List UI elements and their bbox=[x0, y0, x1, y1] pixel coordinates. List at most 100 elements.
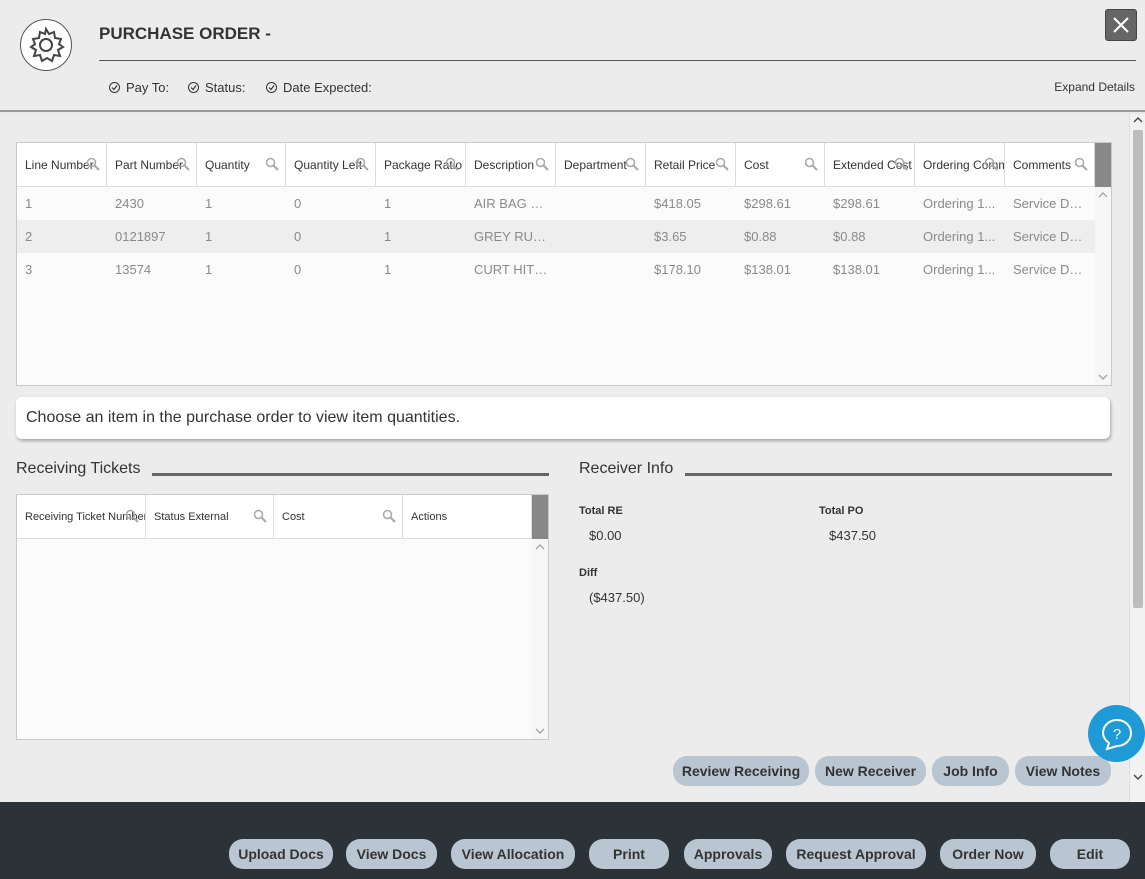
diff-value: ($437.50) bbox=[589, 590, 645, 605]
page-title: PURCHASE ORDER - bbox=[99, 24, 271, 43]
scrollbar-thumb[interactable] bbox=[1133, 130, 1143, 608]
chevron-down-icon[interactable] bbox=[1133, 773, 1143, 781]
check-circle-icon bbox=[266, 82, 277, 93]
upload-docs-button[interactable]: Upload Docs bbox=[229, 839, 333, 869]
search-icon[interactable] bbox=[125, 509, 139, 523]
cell-extended-cost: $0.88 bbox=[833, 229, 866, 244]
table-row[interactable]: 3 13574 1 0 1 CURT HITCH $178.10 $138.01… bbox=[17, 253, 1095, 286]
review-receiving-button[interactable]: Review Receiving bbox=[673, 756, 809, 786]
col-cost[interactable]: Cost bbox=[274, 495, 403, 539]
approvals-button[interactable]: Approvals bbox=[684, 839, 772, 869]
close-icon bbox=[1113, 17, 1129, 33]
search-icon[interactable] bbox=[715, 157, 729, 171]
search-icon[interactable] bbox=[265, 157, 279, 171]
column-label: Quantity bbox=[205, 158, 250, 172]
search-icon[interactable] bbox=[984, 157, 998, 171]
view-allocation-button[interactable]: View Allocation bbox=[451, 839, 575, 869]
cell-cost: $0.88 bbox=[744, 229, 777, 244]
column-label: Actions bbox=[411, 511, 448, 523]
grid-header: Line Number Part Number Quantity Quantit… bbox=[17, 143, 1095, 187]
search-icon[interactable] bbox=[355, 157, 369, 171]
table-row[interactable]: 2 0121897 1 0 1 GREY RUB... $3.65 $0.88 … bbox=[17, 220, 1095, 253]
search-icon[interactable] bbox=[894, 157, 908, 171]
grid-scrollbar[interactable] bbox=[532, 539, 548, 739]
order-now-button[interactable]: Order Now bbox=[940, 839, 1036, 869]
col-comments[interactable]: Comments bbox=[1005, 143, 1095, 187]
search-icon[interactable] bbox=[804, 157, 818, 171]
header-scroll-corner bbox=[1095, 143, 1111, 187]
svg-text:?: ? bbox=[1112, 726, 1120, 743]
print-button[interactable]: Print bbox=[589, 839, 669, 869]
section-divider bbox=[685, 473, 1112, 476]
chevron-down-icon[interactable] bbox=[1098, 373, 1108, 381]
close-button[interactable] bbox=[1105, 9, 1137, 41]
column-label: Part Number bbox=[115, 158, 184, 172]
search-icon[interactable] bbox=[1074, 157, 1088, 171]
total-po-value: $437.50 bbox=[829, 528, 876, 543]
col-cost[interactable]: Cost bbox=[736, 143, 825, 187]
cell-line-number: 3 bbox=[25, 262, 33, 277]
cell-retail-price: $418.05 bbox=[654, 196, 701, 211]
total-po-label: Total PO bbox=[819, 505, 864, 517]
search-icon[interactable] bbox=[535, 157, 549, 171]
receiving-tickets-title: Receiving Tickets bbox=[16, 460, 141, 477]
cell-retail-price: $3.65 bbox=[654, 229, 687, 244]
column-label: Quantity Left bbox=[294, 158, 363, 172]
search-icon[interactable] bbox=[382, 509, 396, 523]
search-icon[interactable] bbox=[445, 157, 459, 171]
page-scrollbar[interactable] bbox=[1129, 114, 1145, 802]
chevron-up-icon[interactable] bbox=[1133, 116, 1143, 124]
edit-button[interactable]: Edit bbox=[1050, 839, 1130, 869]
new-receiver-button[interactable]: New Receiver bbox=[815, 756, 926, 786]
cell-ordering-comments: Ordering 1... bbox=[923, 196, 996, 211]
col-actions[interactable]: Actions bbox=[403, 495, 532, 539]
col-package-ratio[interactable]: Package Ratio bbox=[376, 143, 466, 187]
cell-quantity-left: 0 bbox=[294, 262, 302, 277]
cell-part-number: 2430 bbox=[115, 196, 144, 211]
search-icon[interactable] bbox=[176, 157, 190, 171]
grid-scrollbar[interactable] bbox=[1095, 187, 1111, 385]
col-quantity-left[interactable]: Quantity Left bbox=[286, 143, 376, 187]
view-notes-button[interactable]: View Notes bbox=[1015, 756, 1111, 786]
pay-to-meta: Pay To: bbox=[109, 80, 169, 95]
column-label: Description bbox=[474, 158, 535, 172]
chevron-up-icon[interactable] bbox=[1098, 191, 1108, 199]
column-label: Comments bbox=[1013, 158, 1072, 172]
col-ordering-comments[interactable]: Ordering Comm bbox=[915, 143, 1005, 187]
chevron-down-icon[interactable] bbox=[535, 727, 545, 735]
cell-line-number: 1 bbox=[25, 196, 33, 211]
col-extended-cost[interactable]: Extended Cost bbox=[825, 143, 915, 187]
col-quantity[interactable]: Quantity bbox=[197, 143, 286, 187]
help-chat-icon: ? bbox=[1101, 718, 1132, 751]
col-retail-price[interactable]: Retail Price bbox=[646, 143, 736, 187]
help-chat-button[interactable]: ? bbox=[1088, 705, 1145, 762]
chevron-up-icon[interactable] bbox=[535, 543, 545, 551]
request-approval-button[interactable]: Request Approval bbox=[786, 839, 926, 869]
col-line-number[interactable]: Line Number bbox=[17, 143, 107, 187]
search-icon[interactable] bbox=[253, 509, 267, 523]
date-expected-label: Date Expected: bbox=[283, 80, 372, 95]
grid-header: Receiving Ticket Number Status External … bbox=[17, 495, 532, 539]
view-docs-button[interactable]: View Docs bbox=[346, 839, 437, 869]
total-re-value: $0.00 bbox=[589, 528, 622, 543]
search-icon[interactable] bbox=[86, 157, 100, 171]
expand-details-link[interactable]: Expand Details bbox=[1054, 80, 1135, 94]
col-status-external[interactable]: Status External bbox=[146, 495, 274, 539]
job-info-button[interactable]: Job Info bbox=[932, 756, 1009, 786]
column-label: Status External bbox=[154, 511, 229, 523]
table-row[interactable]: 1 2430 1 0 1 AIR BAG KIT $418.05 $298.61… bbox=[17, 187, 1095, 220]
cell-retail-price: $178.10 bbox=[654, 262, 701, 277]
check-circle-icon bbox=[188, 82, 199, 93]
date-expected-meta: Date Expected: bbox=[266, 80, 372, 95]
col-part-number[interactable]: Part Number bbox=[107, 143, 197, 187]
column-label: Cost bbox=[282, 511, 305, 523]
column-label: Line Number bbox=[25, 158, 94, 172]
col-receiving-ticket-number[interactable]: Receiving Ticket Number bbox=[17, 495, 146, 539]
gear-icon bbox=[20, 19, 72, 71]
cell-description: AIR BAG KIT bbox=[474, 196, 548, 211]
col-description[interactable]: Description bbox=[466, 143, 556, 187]
cell-quantity-left: 0 bbox=[294, 229, 302, 244]
header-scroll-corner bbox=[532, 495, 548, 539]
search-icon[interactable] bbox=[625, 157, 639, 171]
col-department[interactable]: Department bbox=[556, 143, 646, 187]
